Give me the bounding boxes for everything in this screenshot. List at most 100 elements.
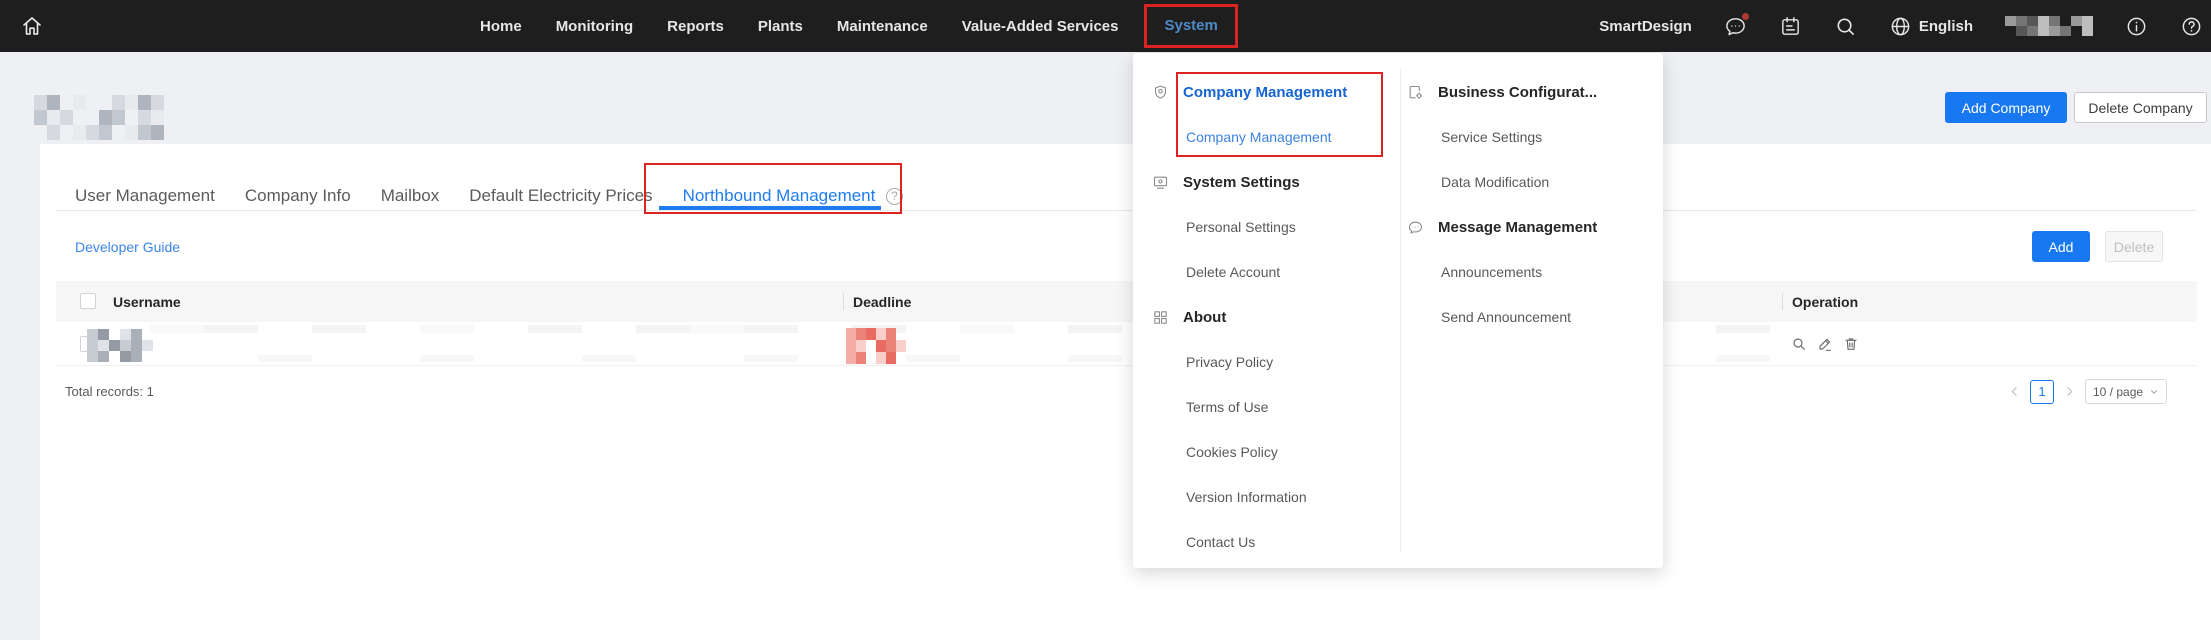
home-icon[interactable] [20, 14, 44, 38]
menu-label: Contact Us [1186, 534, 1255, 550]
menu-item-send-announcement[interactable]: Send Announcement [1441, 306, 1571, 328]
menu-item-data-modification[interactable]: Data Modification [1441, 171, 1549, 193]
language-label: English [1919, 18, 1973, 35]
page-number[interactable]: 1 [2030, 380, 2054, 404]
menu-item-service-settings[interactable]: Service Settings [1441, 126, 1542, 148]
system-dropdown-menu: Company Management Company Management Sy… [1133, 53, 1663, 568]
column-header-operation: Operation [1792, 281, 1858, 322]
tab-divider [56, 210, 2197, 211]
add-button[interactable]: Add [2032, 231, 2090, 262]
menu-label: Terms of Use [1186, 399, 1268, 415]
menu-item-version-information[interactable]: Version Information [1186, 486, 1307, 508]
info-icon[interactable] [2125, 15, 2148, 38]
search-icon[interactable] [1834, 15, 1857, 38]
document-gear-icon [1407, 84, 1424, 101]
tab-help-icon[interactable]: ? [886, 188, 903, 205]
monitor-icon [1152, 174, 1169, 191]
menu-item-business-configuration-group[interactable]: Business Configurat... [1407, 81, 1597, 103]
help-icon[interactable] [2180, 15, 2203, 38]
shield-icon [1152, 84, 1169, 101]
nav-home[interactable]: Home [480, 18, 522, 35]
nav-system[interactable]: System [1164, 17, 1217, 34]
menu-item-contact-us[interactable]: Contact Us [1186, 531, 1255, 553]
globe-icon [1889, 15, 1912, 38]
active-tab-underline [659, 206, 881, 210]
table-header: Username Deadline Operation [56, 281, 2197, 322]
row-username-redacted [87, 329, 153, 362]
messages-icon[interactable] [1724, 15, 1747, 38]
menu-item-company-management[interactable]: Company Management [1186, 126, 1332, 148]
app-root: Home Monitoring Reports Plants Maintenan… [0, 0, 2211, 640]
content-card [40, 144, 2211, 640]
delete-button[interactable]: Delete [2105, 231, 2163, 262]
tab-company-info[interactable]: Company Info [245, 186, 351, 206]
column-header-username: Username [113, 281, 181, 322]
tab-user-management[interactable]: User Management [75, 186, 215, 206]
nav-reports[interactable]: Reports [667, 18, 724, 35]
topbar: Home Monitoring Reports Plants Maintenan… [0, 0, 2211, 52]
tab-default-electricity-prices[interactable]: Default Electricity Prices [469, 186, 652, 206]
annotation-box-system-nav: System [1144, 4, 1237, 48]
developer-guide-link[interactable]: Developer Guide [75, 239, 180, 255]
column-header-deadline: Deadline [853, 281, 911, 322]
column-divider [843, 293, 844, 310]
menu-label: Delete Account [1186, 264, 1280, 280]
add-company-button[interactable]: Add Company [1945, 92, 2067, 123]
notification-badge [1742, 13, 1749, 20]
nav-value-added-services[interactable]: Value-Added Services [962, 18, 1119, 35]
menu-column-divider [1400, 69, 1401, 552]
menu-label: Privacy Policy [1186, 354, 1273, 370]
pagination: 1 10 / page [2008, 379, 2167, 404]
username-redacted[interactable] [2005, 16, 2093, 36]
row-operations [1791, 336, 1859, 352]
menu-label: Message Management [1438, 219, 1597, 236]
tab-mailbox[interactable]: Mailbox [381, 186, 440, 206]
menu-item-system-settings-group[interactable]: System Settings [1152, 171, 1300, 193]
menu-item-company-management-group[interactable]: Company Management [1152, 81, 1347, 103]
menu-label: Service Settings [1441, 129, 1542, 145]
menu-item-delete-account[interactable]: Delete Account [1186, 261, 1280, 283]
menu-label: Business Configurat... [1438, 84, 1597, 101]
menu-label: Personal Settings [1186, 219, 1296, 235]
calendar-icon[interactable] [1779, 15, 1802, 38]
tab-northbound-management[interactable]: Northbound Management [683, 186, 876, 206]
menu-label: Company Management [1186, 129, 1332, 145]
main-nav: Home Monitoring Reports Plants Maintenan… [480, 0, 1230, 52]
topbar-right: SmartDesign English [1599, 0, 2203, 52]
tab-bar: User Management Company Info Mailbox Def… [75, 186, 875, 206]
smartdesign-link[interactable]: SmartDesign [1599, 18, 1692, 35]
next-page-icon[interactable] [2063, 385, 2076, 398]
page-title-redacted [34, 95, 164, 140]
menu-label: Version Information [1186, 489, 1307, 505]
language-selector[interactable]: English [1889, 15, 1973, 38]
nav-plants[interactable]: Plants [758, 18, 803, 35]
view-icon[interactable] [1791, 336, 1807, 352]
menu-item-announcements[interactable]: Announcements [1441, 261, 1542, 283]
page-size-select[interactable]: 10 / page [2085, 379, 2167, 404]
chevron-down-icon [2149, 387, 2159, 397]
edit-icon[interactable] [1817, 336, 1833, 352]
column-divider [1782, 293, 1783, 310]
prev-page-icon[interactable] [2008, 385, 2021, 398]
nav-monitoring[interactable]: Monitoring [556, 18, 633, 35]
menu-label: Send Announcement [1441, 309, 1571, 325]
menu-item-cookies-policy[interactable]: Cookies Policy [1186, 441, 1278, 463]
page-size-value: 10 / page [2093, 385, 2143, 399]
menu-item-terms-of-use[interactable]: Terms of Use [1186, 396, 1268, 418]
total-records: Total records: 1 [65, 384, 154, 399]
menu-item-privacy-policy[interactable]: Privacy Policy [1186, 351, 1273, 373]
nav-maintenance[interactable]: Maintenance [837, 18, 928, 35]
delete-company-button[interactable]: Delete Company [2074, 92, 2207, 123]
menu-label: About [1183, 309, 1226, 326]
menu-item-message-management-group[interactable]: Message Management [1407, 216, 1597, 238]
menu-label: Cookies Policy [1186, 444, 1278, 460]
row-deadline-redacted [846, 328, 906, 364]
menu-item-about-group[interactable]: About [1152, 306, 1226, 328]
menu-label: System Settings [1183, 174, 1300, 191]
menu-label: Announcements [1441, 264, 1542, 280]
select-all-checkbox[interactable] [80, 293, 96, 309]
menu-label: Data Modification [1441, 174, 1549, 190]
menu-item-personal-settings[interactable]: Personal Settings [1186, 216, 1296, 238]
grid-icon [1152, 309, 1169, 326]
delete-row-icon[interactable] [1843, 336, 1859, 352]
